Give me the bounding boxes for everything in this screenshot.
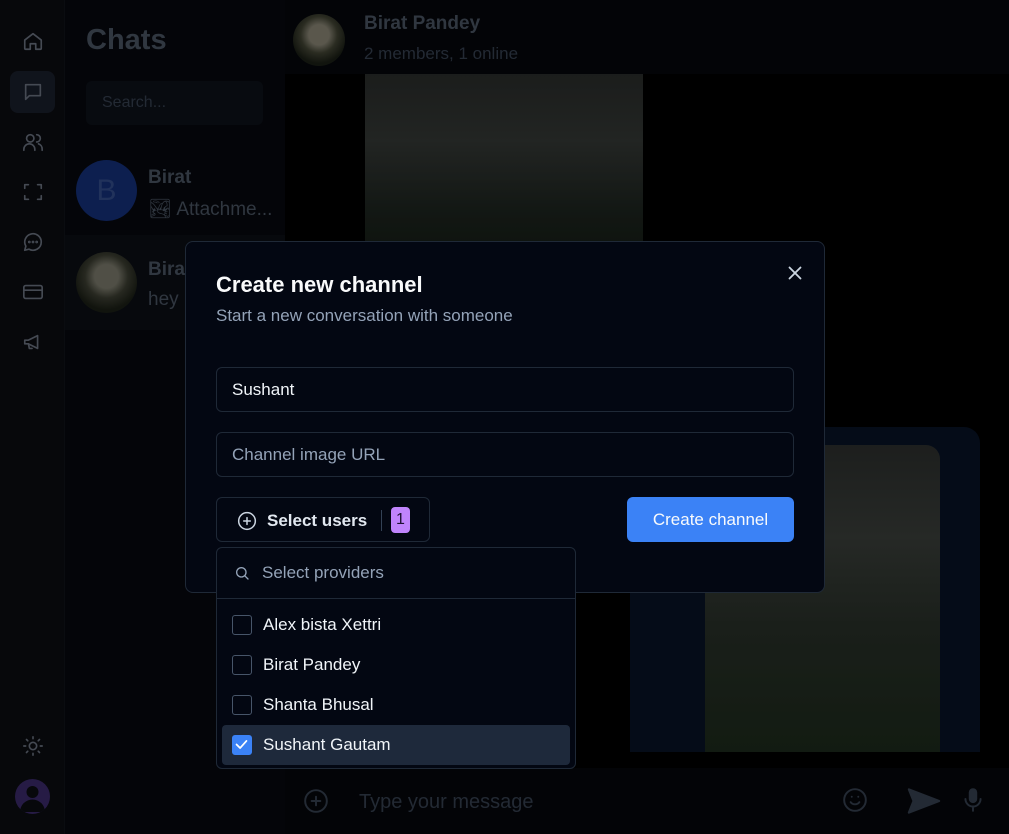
provider-option[interactable]: Sushant Gautam: [222, 725, 570, 765]
provider-option[interactable]: Shanta Bhusal: [222, 685, 570, 725]
divider: [381, 510, 382, 531]
close-dialog-button[interactable]: [784, 262, 806, 284]
select-users-button[interactable]: Select users 1: [216, 497, 430, 542]
provider-option[interactable]: Alex bista Xettri: [222, 605, 570, 645]
select-users-label: Select users: [267, 511, 368, 530]
channel-image-url-input[interactable]: Channel image URL: [216, 432, 794, 477]
provider-checkbox[interactable]: [232, 655, 252, 675]
provider-search-input[interactable]: Select providers: [262, 563, 384, 583]
plus-circle-icon: [237, 511, 257, 531]
provider-checkbox[interactable]: [232, 615, 252, 635]
provider-search[interactable]: Select providers: [217, 548, 575, 599]
search-icon: [234, 565, 250, 581]
create-channel-dialog: Create new channel Start a new conversat…: [185, 241, 825, 593]
create-channel-button[interactable]: Create channel: [627, 497, 794, 542]
select-providers-popover: Select providers Alex bista Xettri Birat…: [216, 547, 576, 769]
provider-option[interactable]: Birat Pandey: [222, 645, 570, 685]
provider-name: Alex bista Xettri: [263, 615, 382, 634]
provider-name: Sushant Gautam: [263, 735, 391, 754]
close-icon: [788, 266, 802, 280]
provider-checkbox[interactable]: [232, 735, 252, 755]
provider-checkbox[interactable]: [232, 695, 252, 715]
dialog-title: Create new channel: [216, 272, 423, 297]
selected-count-badge: 1: [391, 507, 410, 533]
channel-name-input[interactable]: [216, 367, 794, 412]
check-icon: [235, 740, 248, 749]
dialog-description: Start a new conversation with someone: [216, 306, 513, 325]
provider-name: Shanta Bhusal: [263, 695, 374, 714]
provider-name: Birat Pandey: [263, 655, 361, 674]
